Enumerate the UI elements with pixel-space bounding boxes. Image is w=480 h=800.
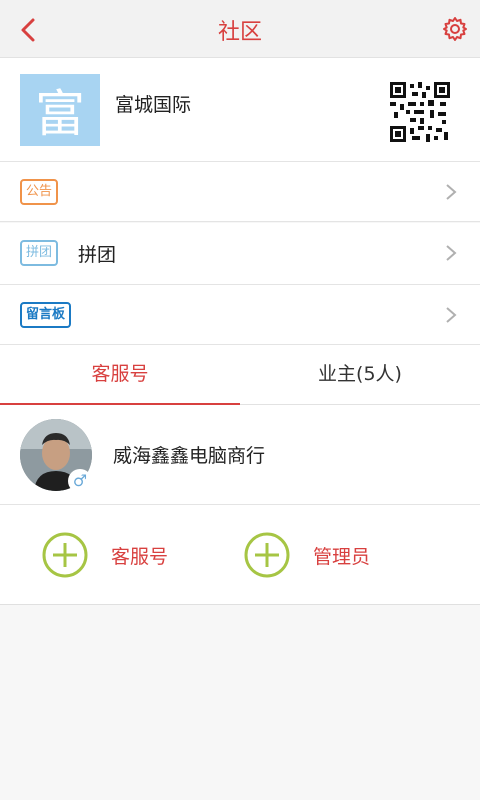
- tab-customer-service[interactable]: 客服号: [0, 345, 240, 406]
- chevron-right-icon: [446, 245, 457, 261]
- add-admin-button[interactable]: 管理员: [243, 531, 403, 579]
- member-list-item[interactable]: ♂ 威海鑫鑫电脑商行: [0, 405, 480, 505]
- add-customer-service-label: 客服号: [111, 546, 169, 568]
- row-group-buy[interactable]: 拼团 拼团: [0, 223, 480, 285]
- plus-circle-icon: [244, 532, 290, 578]
- chevron-right-icon: [446, 307, 457, 323]
- member-tabs: 客服号 业主(5人): [0, 345, 480, 406]
- community-logo: 富: [20, 74, 100, 146]
- top-bar: 社区: [0, 0, 480, 58]
- announcement-tag: 公告: [20, 179, 59, 205]
- gender-male-icon: ♂: [68, 469, 92, 493]
- page-title: 社区: [217, 20, 262, 45]
- community-card[interactable]: 富 富城国际: [0, 58, 480, 162]
- add-customer-service-button[interactable]: 客服号: [41, 531, 201, 579]
- settings-button[interactable]: [442, 16, 468, 42]
- row-announcement[interactable]: 公告: [0, 162, 480, 222]
- plus-circle-icon: [42, 532, 88, 578]
- add-actions: 客服号 管理员: [0, 505, 480, 605]
- gear-icon: [443, 17, 467, 41]
- add-admin-label: 管理员: [313, 546, 371, 568]
- member-name: 威海鑫鑫电脑商行: [113, 445, 266, 467]
- chevron-right-icon: [446, 184, 457, 200]
- qr-code-icon[interactable]: [390, 82, 450, 142]
- tab-owners[interactable]: 业主(5人): [240, 345, 480, 405]
- row-message-board[interactable]: 留言板: [0, 285, 480, 345]
- community-name: 富城国际: [115, 94, 192, 116]
- row-label: 拼团: [78, 244, 117, 266]
- group-buy-tag: 拼团: [20, 240, 59, 266]
- message-board-tag: 留言板: [20, 302, 72, 328]
